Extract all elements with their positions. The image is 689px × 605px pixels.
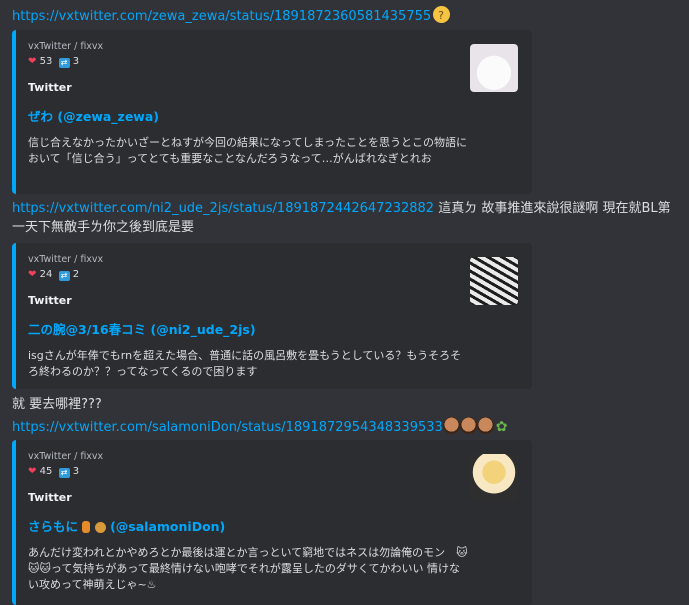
like-count: 45 bbox=[39, 466, 53, 477]
tweet-link-1[interactable]: https://vxtwitter.com/zewa_zewa/status/1… bbox=[12, 9, 431, 24]
tweet-embed-3: vxTwitter / fixvx ❤ 45 ⇄ 3 Twitter さらもに … bbox=[12, 440, 532, 605]
pretzel-emoji-icon bbox=[94, 522, 106, 533]
retweet-count: 3 bbox=[72, 56, 80, 67]
message-3: 就 要去哪裡??? bbox=[12, 395, 681, 414]
message-text-3: 就 要去哪裡??? bbox=[12, 397, 102, 412]
tweet-embed-2: vxTwitter / fixvx ❤ 24 ⇄ 2 Twitter 二の腕@3… bbox=[12, 243, 532, 389]
tweet-link-2[interactable]: https://vxtwitter.com/ni2_ude_2js/status… bbox=[12, 201, 434, 216]
sprout-icon: ✿ bbox=[495, 419, 508, 435]
retweet-count: 2 bbox=[72, 269, 80, 280]
ear-emoji-icon bbox=[82, 521, 91, 533]
face-icon bbox=[442, 417, 460, 434]
avatar-thumbnail[interactable] bbox=[470, 257, 518, 305]
avatar-thumbnail[interactable] bbox=[470, 44, 518, 92]
embed-stats: ❤ 53 ⇄ 3 bbox=[28, 55, 518, 69]
tweet-embed-1: vxTwitter / fixvx ❤ 53 ⇄ 3 Twitter ぜわ (@… bbox=[12, 30, 532, 194]
embed-provider[interactable]: vxTwitter / fixvx bbox=[28, 253, 518, 266]
author-handle: (@salamoniDon) bbox=[110, 519, 226, 534]
retweet-count: 3 bbox=[72, 466, 80, 477]
embed-author[interactable]: 二の腕@3/16春コミ (@ni2_ude_2js) bbox=[28, 322, 518, 338]
embed-body: 信じ合えなかったかいざーとねすが今回の結果になってしまったことを思うとこの物語に… bbox=[28, 136, 468, 165]
embed-title[interactable]: Twitter bbox=[28, 294, 518, 308]
embed-stats: ❤ 24 ⇄ 2 bbox=[28, 268, 518, 282]
embed-title[interactable]: Twitter bbox=[28, 491, 518, 505]
heart-icon: ❤ bbox=[28, 466, 37, 477]
message-4: https://vxtwitter.com/salamoniDon/status… bbox=[12, 417, 681, 437]
embed-title[interactable]: Twitter bbox=[28, 81, 518, 95]
embed-provider[interactable]: vxTwitter / fixvx bbox=[28, 450, 518, 463]
message-1: https://vxtwitter.com/zewa_zewa/status/1… bbox=[12, 6, 681, 26]
like-count: 53 bbox=[39, 56, 53, 67]
embed-provider[interactable]: vxTwitter / fixvx bbox=[28, 40, 518, 53]
thinking-face-icon bbox=[433, 6, 451, 25]
retweet-icon: ⇄ bbox=[58, 58, 70, 68]
heart-icon: ❤ bbox=[28, 56, 37, 67]
author-name-prefix: さらもに bbox=[28, 519, 79, 534]
heart-icon: ❤ bbox=[28, 269, 37, 280]
embed-author[interactable]: ぜわ (@zewa_zewa) bbox=[28, 109, 518, 125]
avatar-thumbnail[interactable] bbox=[470, 454, 518, 502]
embed-body: isgさんが年俸でもrnを超えた場合、普通に話の風呂敷を畳もうとしている？もうそ… bbox=[28, 349, 462, 378]
embed-body: あんだけ変われとかやめろとか最後は運とか言っといて窮地ではネスは勿論俺のモン 🐱… bbox=[28, 546, 468, 591]
embed-stats: ❤ 45 ⇄ 3 bbox=[28, 465, 518, 479]
embed-author[interactable]: さらもに (@salamoniDon) bbox=[28, 519, 518, 535]
message-2: https://vxtwitter.com/ni2_ude_2js/status… bbox=[12, 199, 681, 237]
like-count: 24 bbox=[39, 269, 53, 280]
retweet-icon: ⇄ bbox=[58, 468, 70, 478]
face-icon bbox=[459, 417, 477, 434]
retweet-icon: ⇄ bbox=[58, 271, 70, 281]
face-icon bbox=[476, 417, 494, 434]
tweet-link-3[interactable]: https://vxtwitter.com/salamoniDon/status… bbox=[12, 420, 443, 435]
